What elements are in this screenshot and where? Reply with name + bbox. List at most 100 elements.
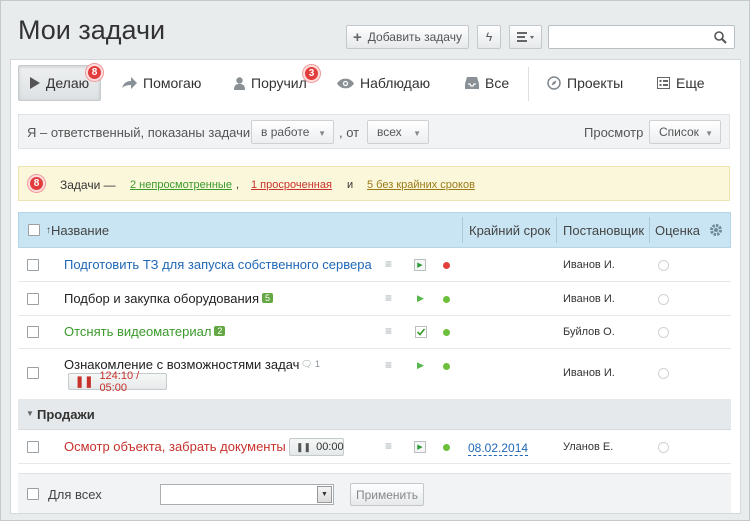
rating-circle[interactable] [658, 368, 669, 379]
notice-badge: 8 [28, 175, 45, 192]
tab-helping[interactable]: Помогаю [121, 65, 201, 101]
pause-icon: ❚❚ [75, 376, 94, 388]
task-title-link[interactable]: Подбор и закупка оборудования 5 [64, 291, 274, 306]
column-deadline[interactable]: Крайний срок [469, 213, 550, 247]
column-divider [649, 217, 650, 243]
view-label: Просмотр [584, 125, 644, 140]
rating-circle[interactable] [658, 294, 669, 305]
checklist-icon[interactable] [415, 326, 427, 338]
table-row[interactable]: Подготовить ТЗ для запуска собственного … [18, 249, 731, 282]
table-row[interactable]: Ознакомление с возможностями задач 🗨 1 ❚… [18, 349, 731, 400]
task-title-text[interactable]: Отснять видеоматериал [64, 324, 211, 339]
comments-indicator[interactable]: 🗨 1 [301, 359, 320, 370]
collapse-triangle-icon[interactable]: ▼ [26, 409, 34, 418]
creator-name[interactable]: Иванов И. [563, 367, 615, 379]
search-box[interactable] [548, 25, 735, 49]
chevron-down-icon: ▼ [413, 129, 421, 138]
apply-button[interactable]: Применить [350, 483, 424, 506]
start-timer-icon[interactable]: ▶ [414, 259, 426, 271]
task-title-link[interactable]: Подготовить ТЗ для запуска собственного … [64, 257, 372, 272]
row-checkbox[interactable] [27, 326, 39, 338]
task-title-link[interactable]: Осмотр объекта, забрать документы [64, 439, 286, 454]
tab-projects[interactable]: Проекты [547, 65, 623, 101]
tab-more[interactable]: Еще [657, 65, 705, 101]
timer-badge[interactable]: ❚❚ 00:00 [289, 438, 344, 456]
action-select[interactable]: ▼ [160, 484, 334, 505]
rating-circle[interactable] [658, 442, 669, 453]
notice-and: и [347, 179, 354, 191]
column-creator[interactable]: Постановщик [563, 213, 644, 247]
comment-icon: 🗨 [301, 359, 313, 369]
row-checkbox[interactable] [27, 441, 39, 453]
for-all-checkbox[interactable] [27, 488, 39, 500]
menu-lines-icon[interactable]: ≡ [385, 358, 392, 372]
menu-lines-icon[interactable]: ≡ [385, 291, 392, 305]
start-icon[interactable]: ▶ [417, 360, 424, 371]
status-dot-red [443, 262, 450, 269]
from-dropdown[interactable]: всех ▼ [367, 120, 429, 144]
tab-all[interactable]: Все [465, 65, 509, 101]
task-title-link[interactable]: Отснять видеоматериал 2 [64, 324, 226, 339]
table-row[interactable]: Отснять видеоматериал 2 ≡ Буйлов О. [18, 316, 731, 349]
tab-label: Еще [676, 75, 705, 91]
tab-assigned[interactable]: Поручил [234, 65, 307, 101]
status-dropdown[interactable]: в работе ▼ [251, 120, 334, 144]
search-input[interactable] [549, 26, 709, 48]
column-divider [462, 217, 463, 243]
status-dot-green [443, 444, 450, 451]
table-row[interactable]: Подбор и закупка оборудования 5 ≡ ▶ Ивано… [18, 282, 731, 316]
arrow-right-icon [122, 77, 137, 89]
chevron-down-icon[interactable]: ▼ [317, 486, 332, 503]
creator-name[interactable]: Буйлов О. [563, 326, 615, 338]
inbox-icon [465, 77, 479, 89]
row-checkbox[interactable] [27, 367, 39, 379]
rating-circle[interactable] [658, 327, 669, 338]
no-deadline-link[interactable]: 5 без крайних сроков [367, 179, 475, 191]
tab-label: Делаю [45, 75, 90, 91]
task-title-text[interactable]: Подбор и закупка оборудования [64, 291, 259, 306]
row-checkbox[interactable] [27, 293, 39, 305]
plus-icon: + [353, 28, 362, 46]
menu-lines-icon[interactable]: ≡ [385, 257, 392, 271]
column-divider [556, 217, 557, 243]
tab-label: Помогаю [143, 75, 202, 91]
subtask-count: 2 [214, 326, 226, 336]
overdue-link[interactable]: 1 просроченная [251, 179, 332, 191]
creator-name[interactable]: Иванов И. [563, 259, 615, 271]
list-lines-icon [516, 32, 534, 42]
pause-icon: ❚❚ [296, 441, 312, 452]
timer-badge[interactable]: ❚❚ 124:10 / 05:00 [68, 370, 167, 394]
creator-name[interactable]: Иванов И. [563, 293, 615, 305]
magnifier-icon[interactable] [714, 31, 727, 44]
row-checkbox[interactable] [27, 259, 39, 271]
group-title: Продажи [37, 407, 95, 422]
select-all-checkbox[interactable] [28, 224, 40, 236]
filter-bar: Я – ответственный, показаны задачи в раб… [18, 114, 730, 149]
for-all-label: Для всех [48, 487, 102, 502]
quick-add-button[interactable]: ϟ [477, 25, 501, 49]
add-task-button[interactable]: + Добавить задачу [346, 25, 469, 49]
view-menu-button[interactable] [509, 25, 542, 49]
table-row[interactable]: Осмотр объекта, забрать документы ❚❚ 00:0… [18, 431, 731, 464]
menu-lines-icon[interactable]: ≡ [385, 324, 392, 338]
start-icon[interactable]: ▶ [417, 293, 424, 304]
deadline-link[interactable]: 08.02.2014 [468, 441, 529, 456]
view-dropdown[interactable]: Список ▼ [649, 120, 721, 144]
unviewed-link[interactable]: 2 непросмотренные [130, 179, 232, 191]
timer-value: 00:00 [316, 441, 344, 453]
chevron-down-icon: ▼ [318, 129, 326, 138]
group-header[interactable]: ▼ Продажи [18, 400, 731, 430]
column-name[interactable]: ↑ Название [46, 213, 109, 247]
start-timer-icon[interactable]: ▶ [414, 441, 426, 453]
column-rating[interactable]: Оценка [655, 213, 700, 247]
grid-list-icon [657, 77, 670, 89]
chevron-down-icon: ▼ [705, 129, 713, 138]
menu-lines-icon[interactable]: ≡ [385, 439, 392, 453]
tab-watching[interactable]: Наблюдаю [337, 65, 430, 101]
table-header: ↑ Название Крайний срок Постановщик Оценк… [18, 212, 731, 248]
view-dropdown-value: Список [659, 125, 699, 139]
creator-name[interactable]: Уланов Е. [563, 441, 613, 453]
rating-circle[interactable] [658, 260, 669, 271]
gear-icon[interactable] [709, 223, 723, 237]
column-name-label: Название [51, 222, 110, 238]
